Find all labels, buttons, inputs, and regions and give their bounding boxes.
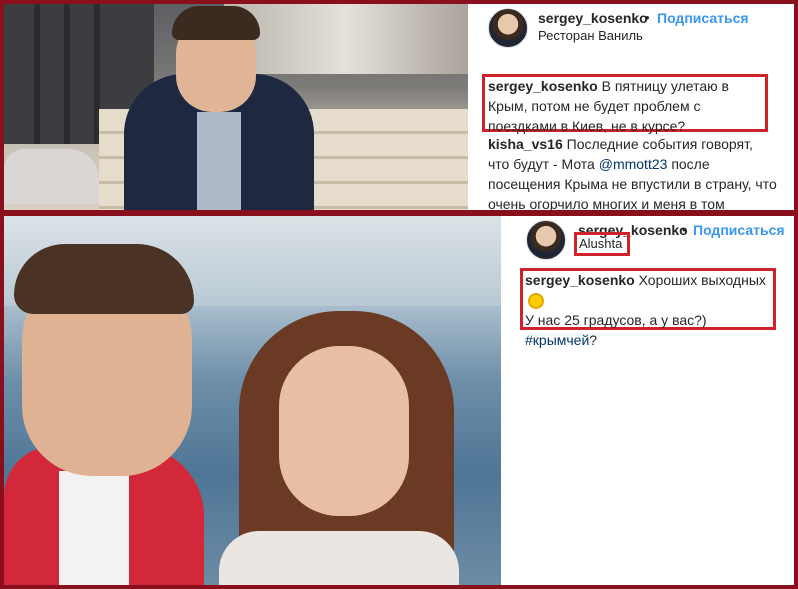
post-1-comment: kisha_vs16 Последние события говорят, чт…: [488, 134, 778, 210]
avatar[interactable]: [526, 220, 566, 260]
post-1-sidebar: sergey_kosenko • Подписаться Ресторан Ва…: [482, 4, 794, 210]
instagram-post-1: sergey_kosenko • Подписаться Ресторан Ва…: [4, 4, 794, 210]
caption-line-2: У нас 25 градусов, а у вас?): [525, 312, 707, 328]
post-2-location[interactable]: Alushta: [579, 236, 622, 251]
post-1-photo: [4, 4, 468, 210]
post-2-caption: sergey_kosenko Хороших выходных У нас 25…: [525, 270, 775, 350]
caption-end: ?: [589, 332, 598, 348]
post-2-photo: [4, 216, 501, 585]
instagram-post-2: sergey_kosenko • Подписаться Alushta ser…: [4, 216, 794, 585]
caption-hashtag[interactable]: #крымчей: [525, 332, 589, 348]
comment-username[interactable]: kisha_vs16: [488, 136, 563, 152]
caption-username[interactable]: sergey_kosenko: [488, 78, 598, 94]
sun-emoji-icon: [528, 293, 544, 310]
follow-button[interactable]: Подписаться: [657, 10, 749, 26]
caption-text: Хороших выходных: [638, 272, 766, 288]
post-1-caption: sergey_kosenko В пятницу улетаю в Крым, …: [488, 76, 764, 136]
post-2-sidebar: sergey_kosenko • Подписаться Alushta ser…: [518, 216, 794, 585]
caption-username[interactable]: sergey_kosenko: [525, 272, 635, 288]
collage-frame: sergey_kosenko • Подписаться Ресторан Ва…: [0, 0, 798, 589]
follow-button[interactable]: Подписаться: [693, 222, 785, 238]
post-1-location[interactable]: Ресторан Ваниль: [538, 28, 643, 43]
separator-dot: •: [645, 10, 650, 25]
separator-dot: •: [682, 222, 687, 237]
comment-mention[interactable]: @mmott23: [599, 156, 668, 172]
avatar[interactable]: [488, 8, 528, 48]
post-1-username[interactable]: sergey_kosenko: [538, 10, 648, 26]
